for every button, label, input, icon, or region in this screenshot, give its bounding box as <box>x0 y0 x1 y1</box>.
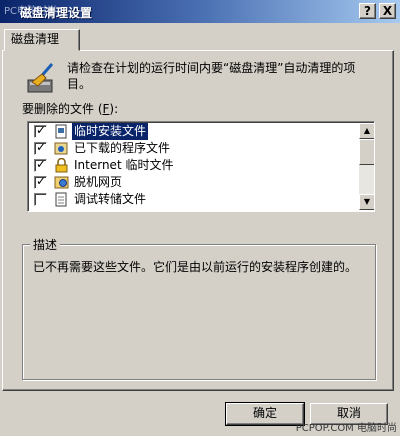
title-bar[interactable]: PC电脑时尚 磁盘清理设置 ? X <box>0 0 400 23</box>
item-label: 已下载的程序文件 <box>74 141 171 155</box>
list-item-internet-temp-files[interactable]: Internet 临时文件 <box>30 156 356 174</box>
item-label: 调试转储文件 <box>74 192 147 206</box>
offline-page-icon <box>54 176 69 189</box>
lock-icon <box>55 158 68 173</box>
list-item-downloaded-program-files[interactable]: 已下载的程序文件 <box>30 139 356 157</box>
downloaded-program-icon <box>54 142 68 155</box>
scroll-down-button[interactable]: ▼ <box>359 194 374 210</box>
vertical-scrollbar[interactable]: ▲ ▼ <box>359 123 374 210</box>
files-to-delete-label: 要删除的文件 (F): <box>22 102 119 116</box>
checkbox[interactable] <box>34 193 47 206</box>
item-label: 临时安装文件 <box>72 123 149 140</box>
help-button[interactable]: ? <box>359 3 376 19</box>
close-button[interactable]: X <box>379 3 396 19</box>
checkbox[interactable] <box>34 122 47 139</box>
checkbox[interactable] <box>34 156 47 173</box>
list-item-debug-dump-files[interactable]: 调试转储文件 <box>30 191 356 208</box>
files-listbox[interactable]: 临时安装文件 已下载的程序文件 Internet 临时文件 脱机网页 <box>27 121 375 212</box>
description-text: 已不再需要这些文件。它们是由以前运行的安装程序创建的。 <box>33 260 358 274</box>
intro-text: 请检查在计划的运行时间内要“磁盘清理”自动清理的项目。 <box>67 61 356 91</box>
disk-cleanup-settings-window: PC电脑时尚 磁盘清理设置 ? X 磁盘清理 请检查在计划的运行时间内要“磁盘清… <box>0 0 400 436</box>
description-legend: 描述 <box>30 236 61 253</box>
scroll-thumb[interactable] <box>359 139 374 165</box>
watermark: PCPOP.COM 电脑时尚 <box>295 423 397 434</box>
setup-files-icon <box>55 124 67 139</box>
checkbox[interactable] <box>34 173 47 190</box>
window-title: 磁盘清理设置 <box>20 6 93 20</box>
item-label: Internet 临时文件 <box>74 158 174 172</box>
broom-icon <box>27 63 54 93</box>
list-item-offline-pages[interactable]: 脱机网页 <box>30 173 356 191</box>
list-item-setup-files[interactable]: 临时安装文件 <box>30 122 356 140</box>
ok-button[interactable]: 确定 <box>225 402 305 426</box>
item-label: 脱机网页 <box>74 175 123 189</box>
checkbox[interactable] <box>34 139 47 156</box>
scroll-up-button[interactable]: ▲ <box>359 123 374 139</box>
debug-dump-icon <box>55 192 67 207</box>
tab-disk-cleanup[interactable]: 磁盘清理 <box>4 29 80 51</box>
